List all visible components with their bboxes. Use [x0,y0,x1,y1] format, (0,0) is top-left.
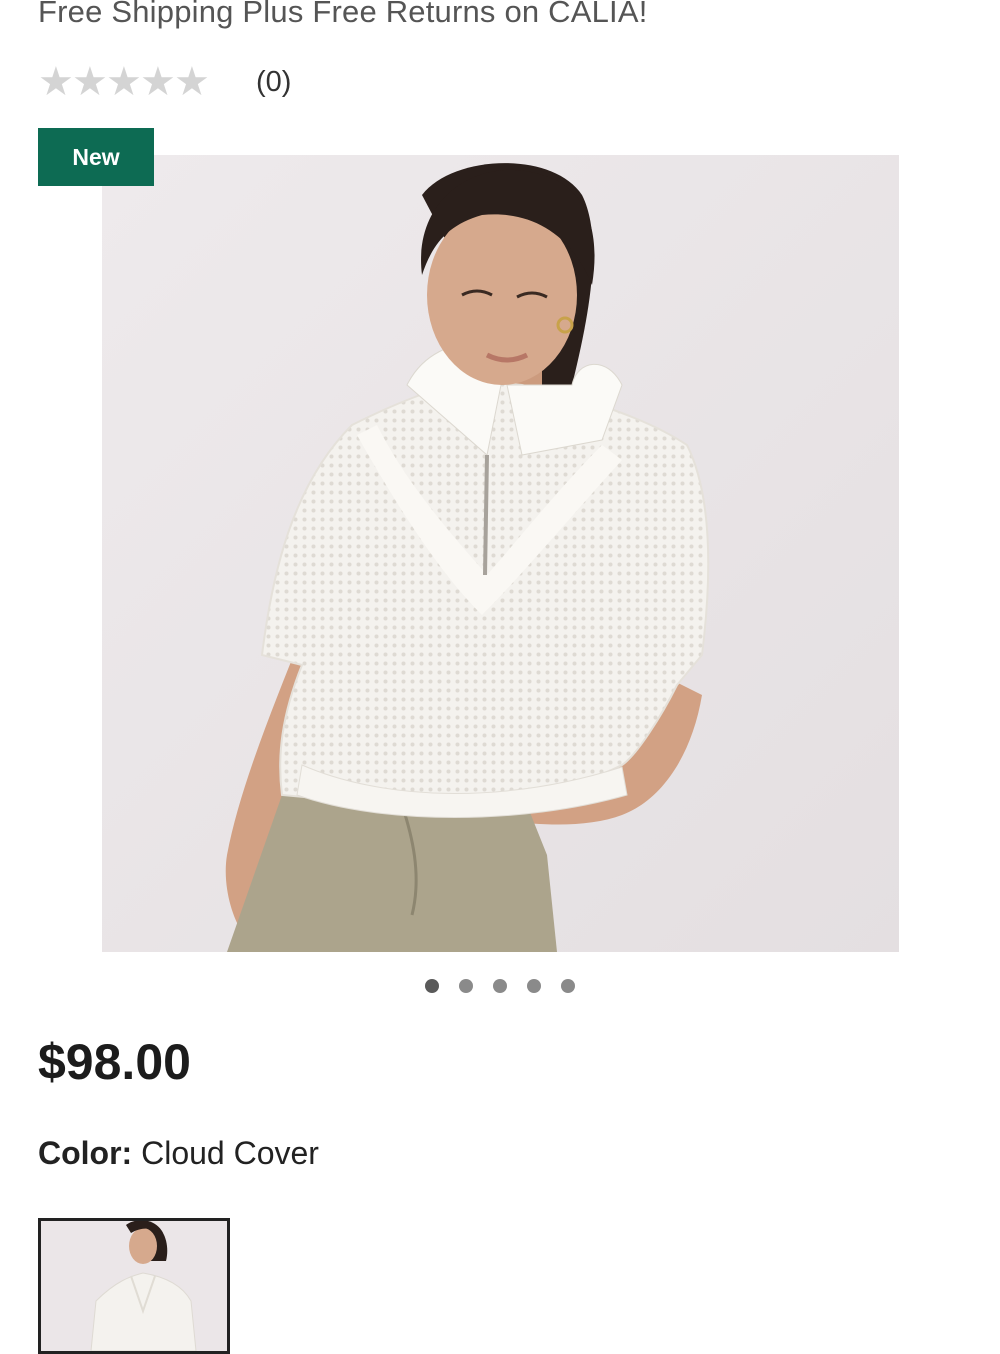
review-count[interactable]: (0) [256,66,291,99]
color-label: Color: [38,1135,133,1171]
star-icon: ★ [72,60,108,104]
promo-banner-text: Free Shipping Plus Free Returns on CALIA… [38,0,648,29]
color-swatch-cloud-cover[interactable] [38,1218,230,1354]
star-icon: ★ [106,60,142,104]
star-icon: ★ [38,60,74,104]
selected-color: Color: Cloud Cover [38,1135,319,1172]
product-photo-illustration [102,155,899,952]
star-icon: ★ [140,60,176,104]
carousel-dots [0,979,1000,993]
star-icon: ★ [174,60,210,104]
carousel-dot[interactable] [425,979,439,993]
carousel-dot[interactable] [527,979,541,993]
carousel-dot[interactable] [493,979,507,993]
carousel-dot[interactable] [459,979,473,993]
product-image[interactable] [102,155,899,952]
new-badge: New [38,128,154,186]
carousel-dot[interactable] [561,979,575,993]
swatch-thumbnail [41,1221,227,1351]
product-price: $98.00 [38,1034,191,1090]
color-value: Cloud Cover [141,1135,319,1171]
star-rating: ★ ★ ★ ★ ★ [38,60,210,104]
rating-summary[interactable]: ★ ★ ★ ★ ★ (0) [38,62,291,102]
